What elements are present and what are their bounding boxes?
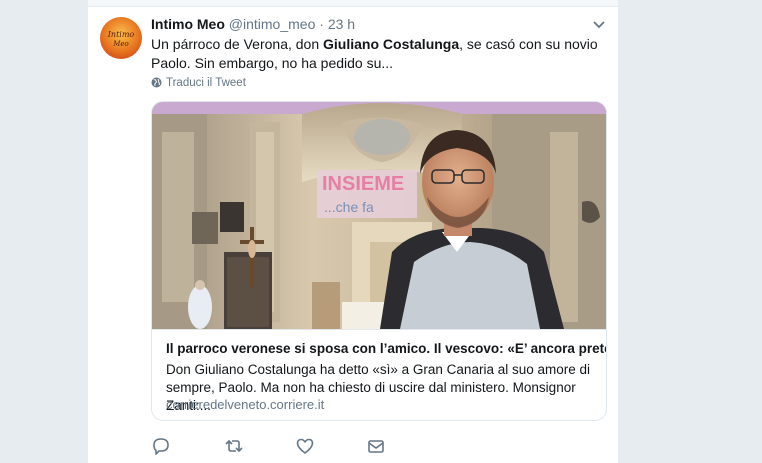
chevron-down-icon[interactable] — [592, 20, 606, 30]
author-name[interactable]: Intimo Meo — [151, 16, 225, 32]
card-body: Il parroco veronese si sposa con l’amico… — [152, 329, 606, 420]
like-icon[interactable] — [295, 436, 315, 456]
article-photo: INSIEME ...che fa — [152, 102, 606, 329]
tweet-card[interactable]: Intimo Meo Intimo Meo @intimo_meo · 23 h… — [88, 0, 618, 463]
link-card[interactable]: INSIEME ...che fa Il parroco veronese si… — [151, 101, 607, 421]
card-domain[interactable]: corrieredelveneto.corriere.it — [166, 397, 324, 412]
tweet-text: Un párroco de Verona, don Giuliano Costa… — [151, 35, 606, 73]
avatar-logo-text: Intimo — [107, 30, 135, 39]
banner-text-2: ...che fa — [324, 199, 374, 215]
translate-tweet-link[interactable]: Traduci il Tweet — [151, 77, 246, 89]
avatar-logo-text-2: Meo — [113, 40, 129, 48]
author-handle[interactable]: @intimo_meo — [229, 16, 316, 32]
reply-icon[interactable] — [151, 436, 171, 456]
avatar[interactable]: Intimo Meo — [100, 17, 142, 59]
tweet-header: Intimo Meo @intimo_meo · 23 h — [151, 16, 355, 32]
banner-text-1: INSIEME — [322, 173, 404, 195]
separator-dot: · — [319, 16, 324, 32]
tweet-text-bold: Giuliano Costalunga — [323, 36, 460, 52]
translate-tweet-label: Traduci il Tweet — [166, 77, 246, 89]
globe-icon — [151, 77, 162, 88]
message-icon[interactable] — [366, 436, 386, 456]
tweet-text-part-1: Un párroco de Verona, don — [151, 36, 324, 52]
card-title[interactable]: Il parroco veronese si sposa con l’amico… — [166, 341, 606, 356]
tweet-timestamp[interactable]: 23 h — [328, 16, 355, 32]
retweet-icon[interactable] — [224, 436, 244, 456]
tweet-divider — [88, 0, 618, 7]
